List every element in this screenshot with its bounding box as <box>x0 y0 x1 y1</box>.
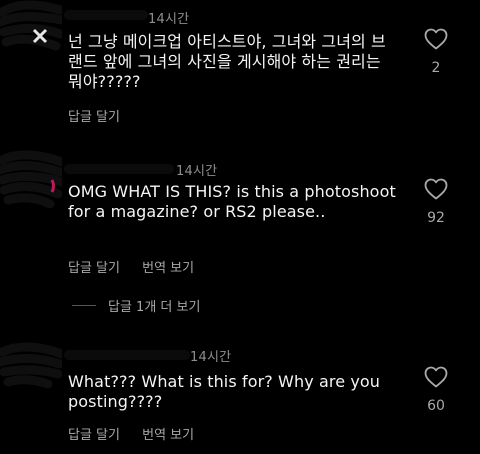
redacted-username <box>64 350 190 360</box>
reply-button[interactable]: 답글 달기 <box>68 110 120 125</box>
like-count: 2 <box>431 60 441 76</box>
view-more-replies[interactable]: 답글 1개 더 보기 <box>72 296 200 315</box>
redacted-avatar <box>0 0 62 51</box>
redacted-username <box>64 164 174 174</box>
comment-timestamp: 14시간 <box>148 12 190 27</box>
like-column: 92 <box>414 178 458 226</box>
redacted-avatar <box>0 342 62 389</box>
view-more-replies-label: 답글 1개 더 보기 <box>108 300 201 315</box>
like-column: 2 <box>414 28 458 76</box>
comment-text: OMG WHAT IS THIS? is this a photoshoot f… <box>68 182 402 221</box>
comment-actions: 답글 달기 번역 보기 <box>68 424 212 443</box>
redacted-username <box>64 10 148 20</box>
comment-timestamp: 14시간 <box>190 350 232 365</box>
translate-button[interactable]: 번역 보기 <box>142 428 194 443</box>
comment-text: 넌 그냥 메이크업 아티스트야, 그녀와 그녀의 브랜드 앞에 그녀의 사진을 … <box>68 32 386 91</box>
divider-line <box>72 305 96 306</box>
comment-timestamp: 14시간 <box>176 164 218 179</box>
heart-outline-icon[interactable] <box>424 178 448 200</box>
redacted-avatar <box>0 150 62 208</box>
comment-actions: 답글 달기 번역 보기 <box>68 257 212 276</box>
translate-button[interactable]: 번역 보기 <box>142 261 194 276</box>
comment-actions: 답글 달기 <box>68 106 138 125</box>
reply-button[interactable]: 답글 달기 <box>68 261 120 276</box>
like-count: 60 <box>427 398 445 414</box>
heart-outline-icon[interactable] <box>424 366 448 388</box>
heart-outline-icon[interactable] <box>424 28 448 50</box>
like-column: 60 <box>414 366 458 414</box>
like-count: 92 <box>427 210 445 226</box>
reply-button[interactable]: 답글 달기 <box>68 428 120 443</box>
comment-text: What??? What is this for? Why are you po… <box>68 372 386 411</box>
